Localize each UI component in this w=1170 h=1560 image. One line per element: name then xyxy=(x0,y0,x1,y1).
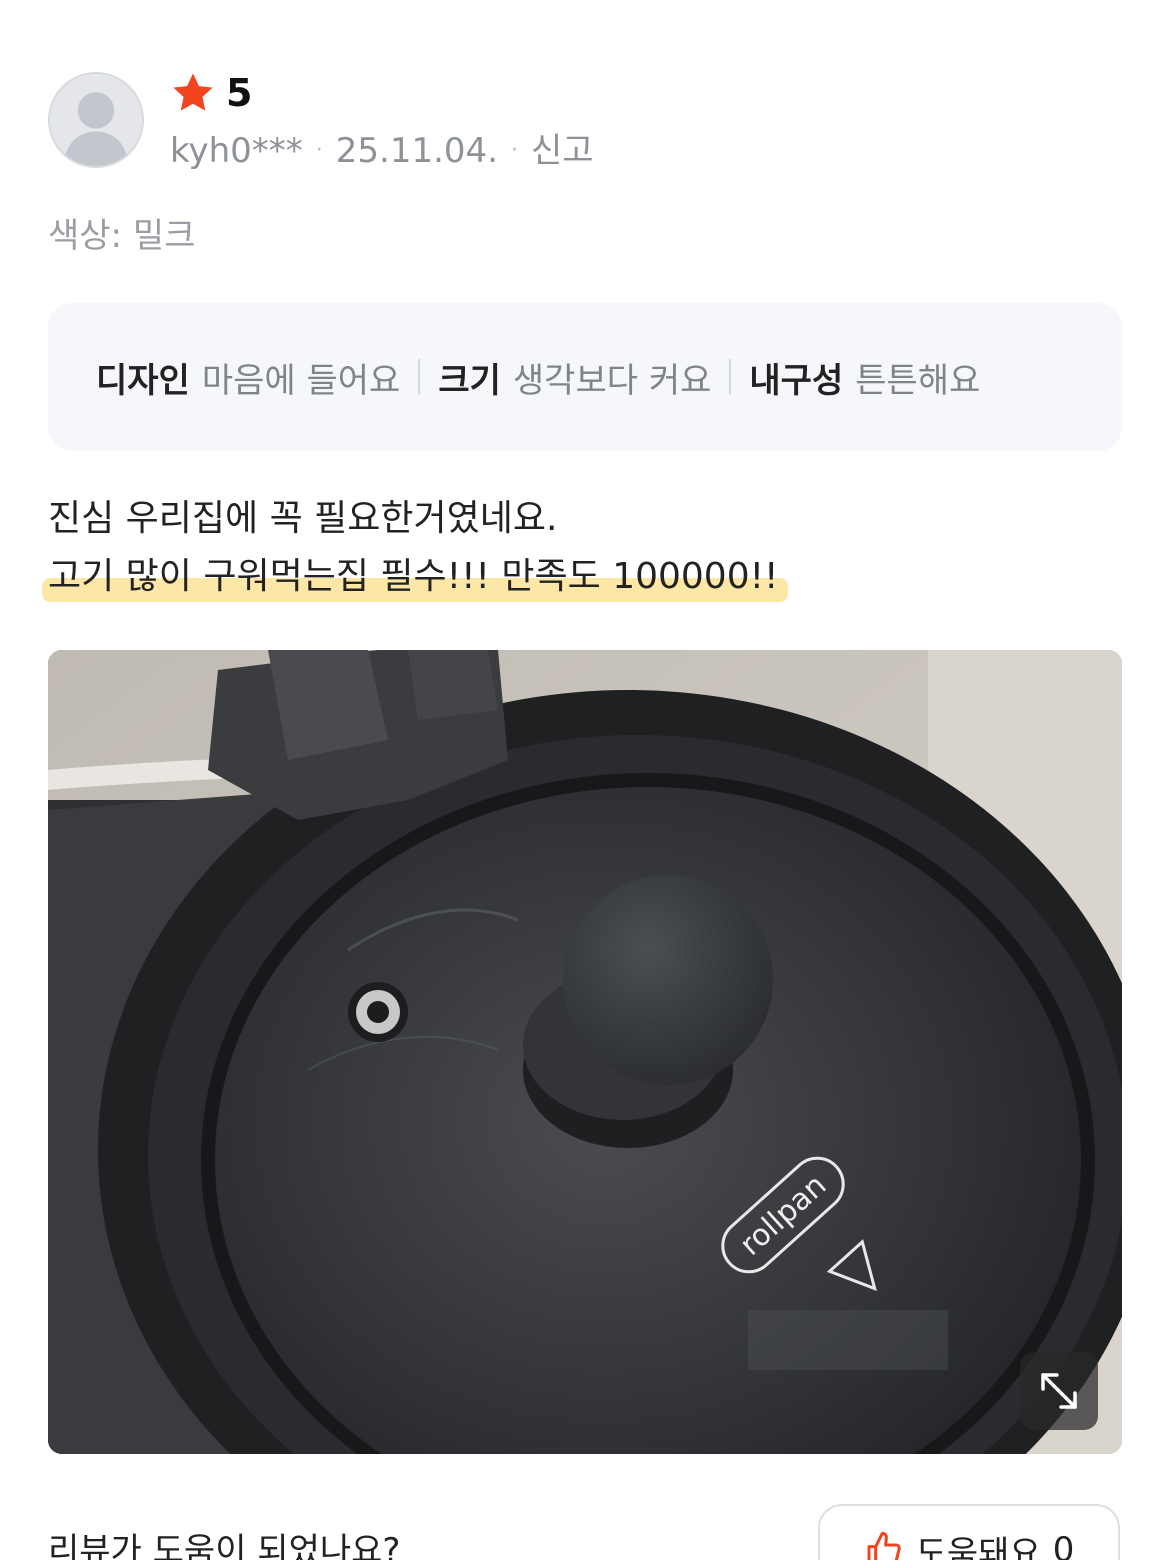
evaluation-tags: 디자인 마음에 들어요 크기 생각보다 커요 내구성 튼튼해요 xyxy=(48,303,1122,451)
meta-separator: · xyxy=(315,138,323,163)
avatar xyxy=(48,72,144,168)
rating-value: 5 xyxy=(226,71,253,115)
photo-content: rollpan xyxy=(48,650,1122,1454)
expand-button[interactable] xyxy=(1020,1352,1098,1430)
tag-divider xyxy=(729,359,732,395)
review-card: 5 kyh0*** · 25.11.04. · 신고 색상: 밀크 디자인 마음… xyxy=(0,0,1170,1560)
tag-key-size: 크기 xyxy=(438,360,501,401)
purchase-option: 색상: 밀크 xyxy=(48,216,196,256)
tag-divider xyxy=(418,359,421,395)
star-icon xyxy=(173,73,213,111)
tag-value-design: 마음에 들어요 xyxy=(201,360,401,401)
expand-diagonal-icon xyxy=(1041,1373,1077,1409)
review-date: 25.11.04. xyxy=(335,131,498,171)
report-link[interactable]: 신고 xyxy=(531,128,594,174)
review-line: 고기 많이 구워먹는집 필수!!! 만족도 100000!! xyxy=(48,556,779,597)
tag-value-size: 생각보다 커요 xyxy=(512,360,712,401)
helpful-count: 0 xyxy=(1052,1530,1075,1560)
tag-key-design: 디자인 xyxy=(96,360,190,401)
helpful-label: 도움돼요 xyxy=(915,1533,1041,1560)
helpful-button[interactable]: 도움돼요 0 xyxy=(818,1504,1120,1560)
meta-separator: · xyxy=(511,138,518,163)
helpful-question: 리뷰가 도움이 되었나요? xyxy=(48,1531,401,1560)
review-body: 진심 우리집에 꼭 필요한거였네요. 고기 많이 구워먹는집 필수!!! 만족도… xyxy=(42,490,1122,606)
reviewer-name: kyh0*** xyxy=(170,131,303,171)
review-line: 진심 우리집에 꼭 필요한거였네요. xyxy=(48,498,558,539)
tag-key-durability: 내구성 xyxy=(749,360,844,401)
review-line-highlighted: 고기 많이 구워먹는집 필수!!! 만족도 100000!! xyxy=(42,548,789,606)
user-silhouette-icon xyxy=(50,74,142,166)
review-photo[interactable]: rollpan xyxy=(48,650,1122,1454)
tag-value-durability: 튼튼해요 xyxy=(855,360,981,401)
thumbs-up-icon xyxy=(867,1531,901,1560)
rating: 5 xyxy=(170,70,252,116)
review-meta: kyh0*** · 25.11.04. · 신고 xyxy=(170,128,594,174)
